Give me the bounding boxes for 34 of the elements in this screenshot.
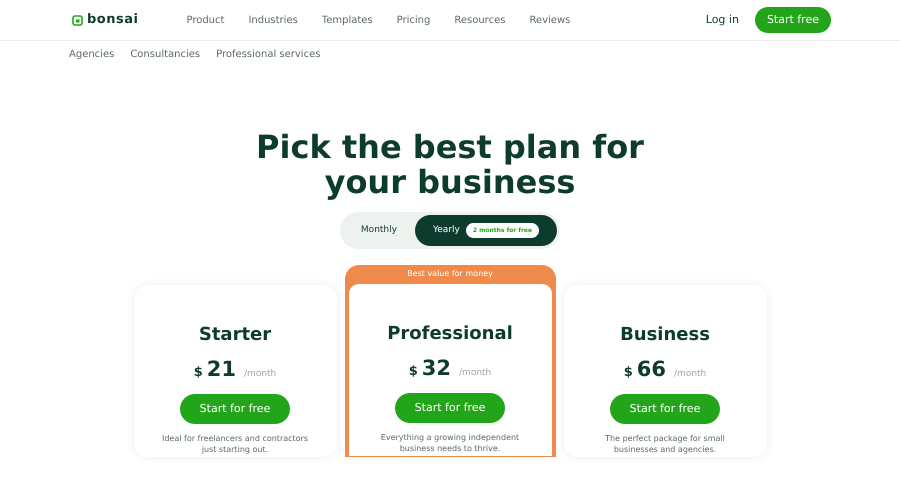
start-for-free-button[interactable]: Start for free [180,394,290,424]
ribbon-label: Best value for money [406,268,494,280]
price-period: /month [674,368,706,382]
subnav-link[interactable]: Professional services [216,47,320,62]
logo-icon [72,14,83,26]
plan-description: Ideal for freelancers and contractors just starting out. [160,434,310,456]
nav-link[interactable]: Templates [322,12,373,28]
nav-link[interactable]: Resources [454,12,506,28]
plan-name: Professional [387,322,513,346]
start-free-button[interactable]: Start free [754,6,831,34]
billing-option-tab[interactable]: Monthly [342,215,415,246]
subnav-link[interactable]: Agencies [69,47,114,62]
price-period: /month [459,367,492,380]
page-heading: Pick the best plan for your business [255,130,645,200]
plan-description: The perfect package for small businesses and agencies. [604,434,726,456]
brand-name[interactable]: bonsai [87,10,138,30]
nav-link[interactable]: Product [186,12,224,28]
subnav-link[interactable]: Consultancies [130,47,200,62]
currency-symbol: $ [194,364,203,382]
currency-symbol: $ [624,364,633,382]
plan-price: 32 [422,355,452,382]
start-for-free-button[interactable]: Start for free [610,394,720,424]
plan-name: Business [620,323,710,348]
start-for-free-button[interactable]: Start for free [394,392,506,424]
plan-price: 21 [206,356,236,384]
nav-link[interactable]: Industries [248,12,298,28]
login-link[interactable]: Log in [706,12,739,28]
nav-link[interactable]: Pricing [396,12,430,28]
plan-description: Everything a growing independent business needs to thrive. [380,433,520,454]
nav-link[interactable]: Reviews [529,12,570,28]
currency-symbol: $ [408,363,418,382]
plan-price: 66 [636,356,666,384]
price-period: /month [244,368,276,382]
plan-name: Starter [198,323,272,348]
